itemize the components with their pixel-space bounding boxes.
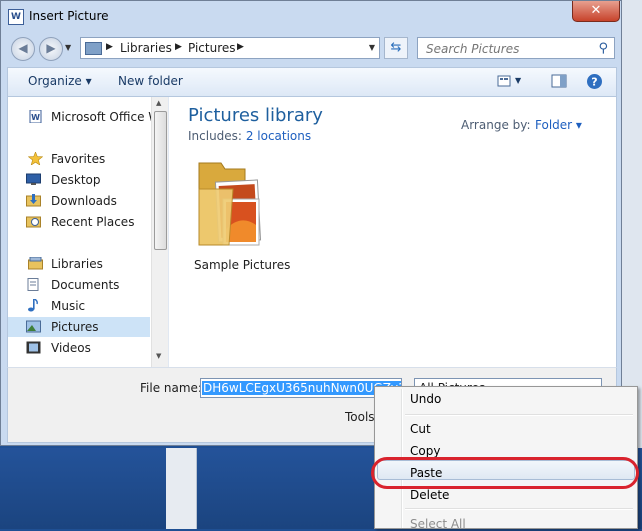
breadcrumb-libraries[interactable]: Libraries [120, 41, 172, 55]
word-doc-icon: W [29, 110, 42, 123]
close-button[interactable]: ✕ [572, 1, 620, 22]
back-button[interactable]: ◀ [11, 37, 35, 61]
word-app-icon: W [8, 9, 24, 25]
menu-item-cut[interactable]: Cut [410, 422, 431, 436]
library-includes: Includes: 2 locations [188, 129, 312, 143]
organize-button[interactable]: Organize ▾ [28, 74, 92, 88]
menu-item-copy[interactable]: Copy [410, 444, 440, 458]
forward-button[interactable]: ▶ [39, 37, 63, 61]
menu-item-undo[interactable]: Undo [410, 392, 441, 406]
file-name-input[interactable]: DH6wLCEgxU365nuhNwn0UGZv1 [200, 378, 402, 398]
scroll-down-icon[interactable]: ▼ [156, 352, 161, 360]
sample-pictures-folder-icon[interactable] [193, 159, 273, 249]
sidebar-item-favorites[interactable]: Favorites [8, 149, 150, 169]
scrollbar-thumb[interactable] [154, 111, 167, 250]
file-name-value: DH6wLCEgxU365nuhNwn0UGZv1 [202, 381, 401, 395]
recent-locations-dropdown[interactable]: ▼ [65, 43, 71, 52]
content-area: W Microsoft Office W Favorites Desktop D… [7, 97, 617, 367]
sidebar-item-documents[interactable]: Documents [8, 275, 150, 295]
views-icon[interactable] [497, 74, 513, 88]
address-bar[interactable]: ▶ Libraries ▶ Pictures ▶ ▼ [80, 37, 380, 59]
pane-divider[interactable] [168, 97, 169, 367]
title-bar: W Insert Picture ✕ [1, 1, 621, 33]
menu-separator [405, 414, 633, 416]
navigation-bar: ◀ ▶ ▼ ▶ Libraries ▶ Pictures ▶ ▼ ⇆ ⚲ [1, 33, 621, 63]
new-folder-button[interactable]: New folder [118, 74, 183, 88]
views-dropdown-icon[interactable]: ▼ [515, 76, 521, 85]
svg-text:W: W [31, 113, 40, 122]
navigation-pane-scrollbar[interactable]: ▲ ▼ [151, 97, 168, 367]
music-icon [28, 299, 38, 312]
arrange-by-label: Arrange by: [461, 118, 531, 132]
libraries-icon [28, 257, 43, 270]
address-dropdown-icon[interactable]: ▼ [369, 43, 375, 52]
refresh-button[interactable]: ⇆ [384, 37, 408, 59]
menu-item-delete[interactable]: Delete [410, 488, 449, 502]
sidebar-item-downloads[interactable]: Downloads [8, 191, 150, 211]
sidebar-item-office-word[interactable]: W Microsoft Office W [8, 107, 160, 127]
background-ruler [166, 448, 197, 529]
pictures-icon [26, 320, 41, 333]
documents-icon [27, 278, 39, 291]
library-title: Pictures library [188, 105, 323, 126]
sidebar-item-desktop[interactable]: Desktop [8, 170, 150, 190]
search-icon[interactable]: ⚲ [598, 41, 608, 56]
refresh-icon: ⇆ [390, 40, 402, 55]
navigation-pane: W Microsoft Office W Favorites Desktop D… [8, 97, 168, 367]
back-arrow-icon: ◀ [18, 41, 28, 55]
desktop-icon [26, 173, 41, 185]
sidebar-item-libraries[interactable]: Libraries [8, 254, 150, 274]
help-icon[interactable]: ? [586, 73, 603, 90]
insert-picture-dialog: W Insert Picture ✕ ◀ ▶ ▼ ▶ Libraries ▶ P… [0, 0, 622, 446]
sample-pictures-label: Sample Pictures [194, 258, 291, 272]
scroll-up-icon[interactable]: ▲ [156, 99, 161, 107]
tools-button[interactable]: Tools [345, 410, 375, 424]
svg-text:?: ? [591, 76, 597, 89]
chevron-right-icon: ▶ [175, 42, 182, 52]
window-title: Insert Picture [29, 9, 109, 23]
sidebar-item-videos[interactable]: Videos [8, 338, 150, 358]
arrange-by-dropdown[interactable]: Folder ▾ [535, 118, 582, 132]
command-bar: Organize ▾ New folder ▼ ? [7, 67, 617, 97]
library-icon [85, 42, 102, 55]
sidebar-item-pictures[interactable]: Pictures [8, 317, 150, 337]
locations-link[interactable]: 2 locations [246, 129, 311, 143]
search-box[interactable]: ⚲ [417, 37, 615, 59]
menu-separator [405, 508, 633, 510]
recent-places-icon [26, 216, 41, 228]
forward-arrow-icon: ▶ [46, 41, 56, 55]
breadcrumb-pictures[interactable]: Pictures [188, 41, 236, 55]
videos-icon [26, 341, 41, 354]
chevron-right-icon: ▶ [106, 42, 113, 52]
star-icon [28, 152, 43, 165]
chevron-right-icon: ▶ [237, 42, 244, 52]
search-input[interactable] [424, 40, 593, 58]
downloads-folder-icon [26, 194, 41, 207]
sidebar-item-music[interactable]: Music [8, 296, 150, 316]
paste-annotation-ring [371, 457, 639, 489]
preview-pane-icon[interactable] [551, 74, 567, 88]
file-name-label: File name: [140, 381, 202, 395]
sidebar-item-recent-places[interactable]: Recent Places [8, 212, 150, 232]
